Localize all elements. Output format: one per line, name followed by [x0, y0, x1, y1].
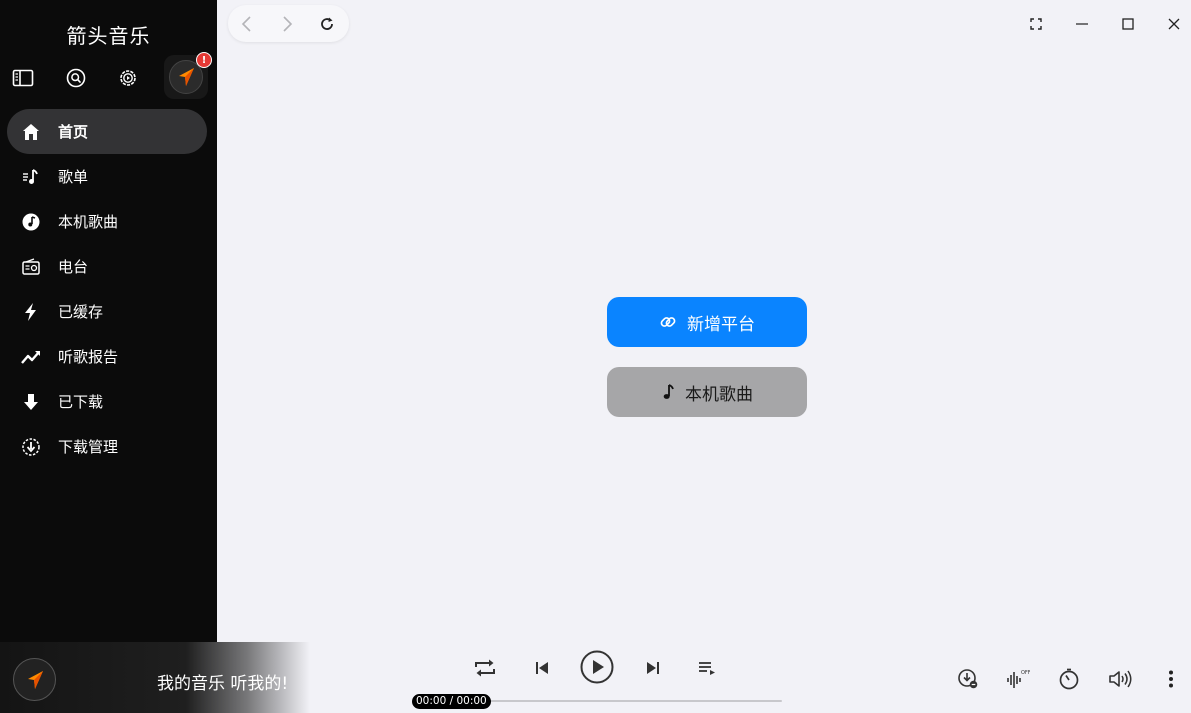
sidebar-item-label: 下载管理	[58, 438, 119, 456]
sidebar-item-local-music[interactable]: 本机歌曲	[7, 199, 207, 244]
lightning-icon	[19, 300, 43, 324]
sidebar-item-label: 首页	[58, 123, 89, 141]
sidebar-item-home[interactable]: 首页	[7, 109, 207, 154]
search-icon[interactable]	[61, 63, 91, 93]
download-status-button[interactable]	[954, 665, 982, 693]
forward-button[interactable]	[272, 9, 302, 39]
refresh-button[interactable]	[312, 9, 342, 39]
navigation-controls	[228, 5, 349, 42]
sidebar-item-downloaded[interactable]: 已下载	[7, 379, 207, 424]
now-playing-panel: 我的音乐 听我的!	[0, 642, 310, 713]
add-platform-button[interactable]: 新增平台	[607, 297, 807, 347]
svg-text:OFF: OFF	[1021, 670, 1030, 676]
playlist-icon	[19, 165, 43, 189]
volume-button[interactable]	[1106, 665, 1136, 693]
more-menu-button[interactable]	[1158, 665, 1184, 693]
local-music-button[interactable]: 本机歌曲	[607, 367, 807, 417]
local-music-icon	[19, 210, 43, 234]
sidebar-item-cached[interactable]: 已缓存	[7, 289, 207, 334]
sidebar-item-playlist[interactable]: 歌单	[7, 154, 207, 199]
settings-icon[interactable]	[113, 63, 143, 93]
minimize-button[interactable]	[1067, 9, 1097, 39]
play-button[interactable]	[579, 649, 615, 685]
now-playing-title: 我的音乐 听我的!	[157, 674, 289, 694]
radio-icon	[19, 255, 43, 279]
back-button[interactable]	[232, 9, 262, 39]
time-display: 00:00 / 00:00	[412, 694, 491, 709]
sidebar-item-radio[interactable]: 电台	[7, 244, 207, 289]
sidebar-item-label: 听歌报告	[58, 348, 119, 366]
close-button[interactable]	[1159, 9, 1189, 39]
sleep-timer-button[interactable]	[1055, 665, 1083, 693]
sidebar-nav: 首页 歌单 本机歌曲 电台 已缓存 听歌报告 已下载 下载管理	[7, 109, 207, 469]
local-music-label: 本机歌曲	[685, 384, 753, 405]
add-platform-label: 新增平台	[687, 314, 755, 335]
sidebar-item-report[interactable]: 听歌报告	[7, 334, 207, 379]
sidebar-item-label: 本机歌曲	[58, 213, 119, 231]
player-bar: 我的音乐 听我的! 00:00 / 00:00 OFF	[0, 642, 1191, 713]
app-title: 箭头音乐	[66, 24, 151, 48]
trend-icon	[19, 345, 43, 369]
album-cover[interactable]	[13, 658, 56, 701]
home-icon	[19, 120, 43, 144]
sidebar-item-download-manager[interactable]: 下载管理	[7, 424, 207, 469]
sidebar-toggle-icon[interactable]	[8, 63, 38, 93]
download-arrow-icon	[19, 390, 43, 414]
repeat-button[interactable]	[470, 653, 500, 683]
app-logo-icon	[27, 670, 43, 689]
sidebar-item-label: 已下载	[58, 393, 104, 411]
audio-effect-off-button[interactable]: OFF	[1004, 665, 1032, 693]
sidebar: 箭头音乐 ! 首页 歌单 本机歌曲 电台 已缓存 听歌报告 已下载 下载管理	[0, 0, 217, 642]
queue-button[interactable]	[692, 653, 722, 683]
profile-button[interactable]: !	[164, 52, 212, 99]
previous-button[interactable]	[527, 653, 557, 683]
music-note-icon	[661, 383, 675, 401]
notification-badge: !	[196, 52, 212, 68]
next-button[interactable]	[638, 653, 668, 683]
sidebar-item-label: 已缓存	[58, 303, 104, 321]
sidebar-item-label: 电台	[58, 258, 89, 276]
maximize-button[interactable]	[1113, 9, 1143, 39]
link-icon	[659, 313, 677, 331]
fullscreen-button[interactable]	[1021, 9, 1051, 39]
download-manager-icon	[19, 435, 43, 459]
sidebar-item-label: 歌单	[58, 168, 89, 186]
